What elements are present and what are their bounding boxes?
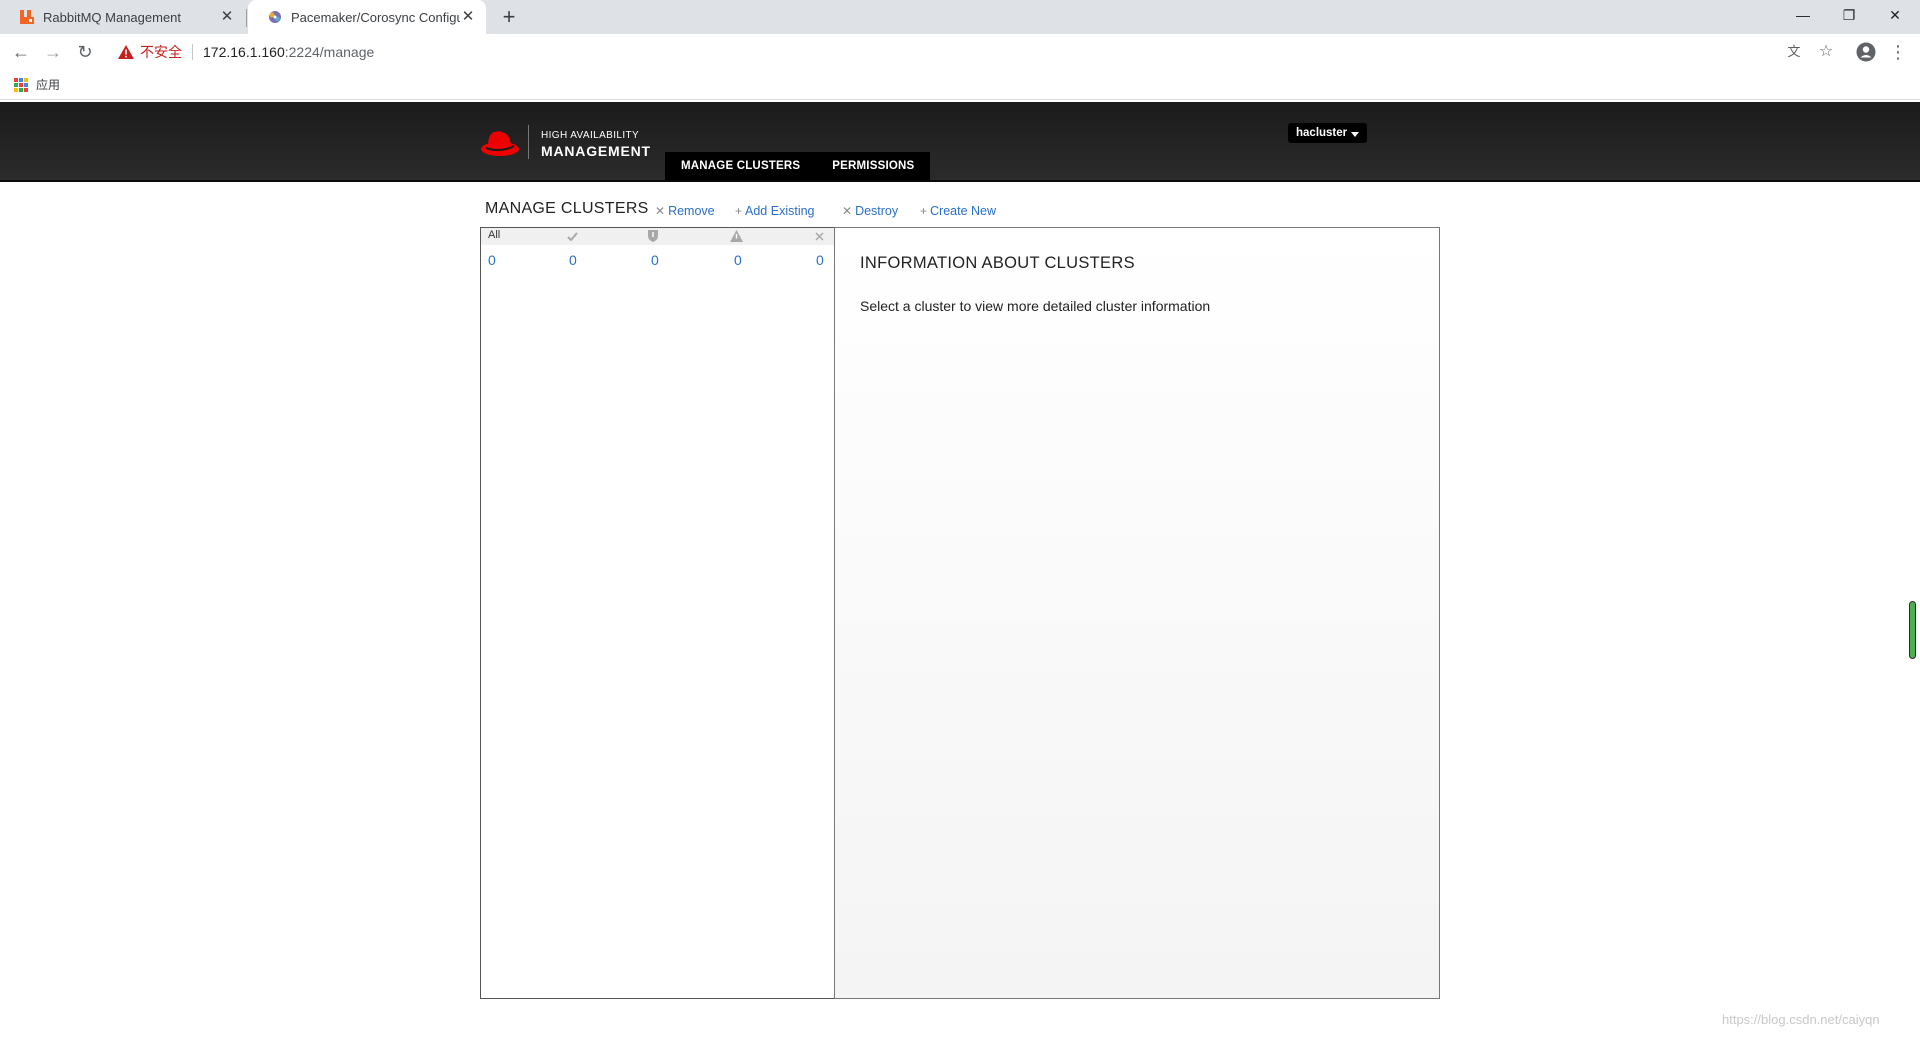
forward-icon[interactable]: → (39, 38, 67, 66)
apps-grid-icon (14, 77, 28, 92)
bookmarks-bar: 应用 (0, 70, 1920, 100)
remove-icon: ✕ (655, 204, 666, 218)
reload-icon[interactable]: ↻ (71, 38, 99, 66)
rabbitmq-favicon-icon (20, 10, 34, 24)
minimize-button[interactable]: — (1780, 0, 1826, 30)
scrollbar-thumb[interactable] (1909, 601, 1916, 659)
translate-icon[interactable]: 文 (1780, 38, 1808, 66)
add-existing-button[interactable]: + Add Existing (735, 204, 815, 218)
browser-tab-strip: RabbitMQ Management ✕ Pacemaker/Corosync… (0, 0, 1920, 34)
tab-rabbitmq[interactable]: RabbitMQ Management ✕ (0, 0, 245, 34)
warning-icon (118, 45, 134, 59)
address-bar[interactable]: 不安全 172.16.1.160:2224/manage (110, 37, 1790, 67)
destroy-button[interactable]: ✕ Destroy (842, 204, 898, 218)
close-window-button[interactable]: ✕ (1872, 0, 1918, 30)
count-ok[interactable]: 0 (569, 252, 577, 268)
user-dropdown[interactable]: hacluster (1288, 123, 1368, 143)
watermark: https://blog.csdn.net/caiyqn (1722, 1012, 1880, 1027)
redhat-logo-icon (481, 131, 519, 156)
url-path: :2224/manage (284, 44, 375, 60)
filter-all[interactable]: All (488, 229, 500, 241)
ok-check-icon[interactable] (567, 232, 578, 241)
chevron-down-icon (1351, 131, 1360, 137)
username: hacluster (1296, 127, 1348, 139)
apps-shortcut[interactable]: 应用 (14, 76, 60, 93)
logo-divider (528, 125, 529, 159)
back-icon[interactable]: ← (7, 38, 35, 66)
destroy-icon: ✕ (842, 204, 853, 218)
star-icon[interactable]: ☆ (1812, 38, 1840, 66)
info-title: INFORMATION ABOUT CLUSTERS (860, 254, 1135, 272)
apps-label: 应用 (36, 78, 61, 92)
close-tab-icon[interactable]: ✕ (460, 9, 476, 25)
tab-divider (246, 9, 247, 27)
page-title: MANAGE CLUSTERS (485, 200, 649, 217)
warning-icon[interactable] (730, 230, 743, 242)
cluster-list-panel: All 0 0 0 0 0 (480, 227, 835, 999)
plus-icon: + (920, 204, 928, 218)
app-header: HIGH AVAILABILITY MANAGEMENT MANAGE CLUS… (0, 102, 1920, 182)
cluster-info-panel: INFORMATION ABOUT CLUSTERS Select a clus… (834, 227, 1440, 999)
url-host: 172.16.1.160 (203, 44, 285, 60)
omnibox-divider (192, 44, 193, 60)
nav-manage-clusters[interactable]: MANAGE CLUSTERS (665, 152, 816, 180)
nav-permissions[interactable]: PERMISSIONS (816, 152, 930, 180)
remove-label: Remove (668, 204, 715, 218)
count-all[interactable]: 0 (488, 252, 496, 268)
tab-pacemaker[interactable]: Pacemaker/Corosync Configur ✕ (248, 0, 486, 34)
tab-title: RabbitMQ Management (43, 9, 182, 25)
count-warning[interactable]: 0 (734, 252, 742, 268)
shield-icon[interactable] (648, 230, 658, 242)
brand-title: MANAGEMENT (541, 143, 651, 159)
count-error[interactable]: 0 (816, 252, 824, 268)
destroy-label: Destroy (855, 204, 899, 218)
cluster-filter-row: All (481, 228, 834, 245)
plus-icon: + (735, 204, 743, 218)
main-nav: MANAGE CLUSTERS PERMISSIONS (665, 152, 931, 180)
close-tab-icon[interactable]: ✕ (219, 9, 235, 25)
create-new-button[interactable]: + Create New (920, 204, 996, 218)
error-x-icon[interactable] (815, 232, 824, 241)
add-existing-label: Add Existing (745, 204, 815, 218)
count-shield[interactable]: 0 (651, 252, 659, 268)
create-new-label: Create New (930, 204, 997, 218)
brand-subtitle: HIGH AVAILABILITY (541, 130, 640, 141)
new-tab-button[interactable]: + (496, 5, 522, 31)
restore-button[interactable]: ❐ (1826, 0, 1872, 30)
info-text: Select a cluster to view more detailed c… (860, 298, 1211, 314)
remove-button[interactable]: ✕ Remove (655, 204, 715, 218)
security-label[interactable]: 不安全 (140, 42, 182, 62)
menu-icon[interactable]: ⋮ (1884, 38, 1912, 66)
browser-toolbar: ← → ↻ 不安全 172.16.1.160:2224/manage 文 ☆ ⋮ (0, 34, 1920, 70)
profile-icon[interactable] (1856, 42, 1876, 62)
tab-title: Pacemaker/Corosync Configur (291, 9, 460, 25)
pcs-favicon-icon (269, 11, 281, 23)
